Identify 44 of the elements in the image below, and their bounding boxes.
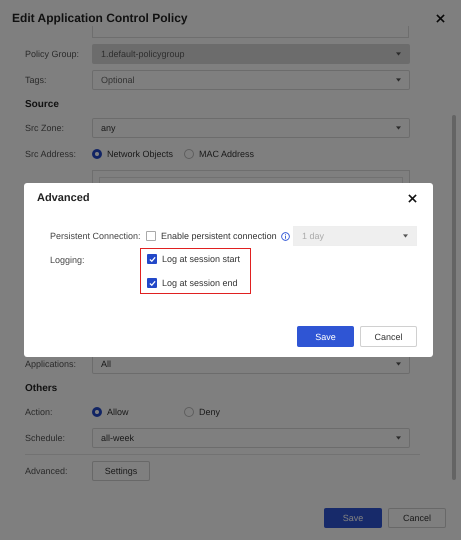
- save-button[interactable]: Save: [297, 326, 354, 347]
- radio-button[interactable]: [184, 149, 194, 159]
- caret-icon: [396, 78, 401, 82]
- field-label: Logging:: [50, 254, 86, 265]
- radio-label: Deny: [199, 407, 220, 417]
- radio-label: Allow: [107, 407, 129, 417]
- checkbox[interactable]: [147, 278, 157, 288]
- checkbox-label: Log at session start: [162, 254, 240, 264]
- radio-button[interactable]: [92, 149, 102, 159]
- close-icon[interactable]: [408, 194, 417, 202]
- field-label: Schedule:: [25, 433, 66, 443]
- select-field[interactable]: Optional: [92, 70, 410, 90]
- checkbox[interactable]: [146, 231, 156, 241]
- section-heading: Source: [25, 98, 60, 112]
- settings-button[interactable]: Settings: [92, 461, 150, 481]
- dialog-title: Edit Application Control Policy: [12, 11, 188, 25]
- select-field[interactable]: any: [92, 118, 410, 138]
- field-label: Src Zone:: [25, 123, 66, 133]
- checkbox[interactable]: [147, 254, 157, 264]
- field-label: Applications:: [25, 359, 78, 369]
- caret-icon: [396, 436, 401, 440]
- cancel-button[interactable]: Cancel: [388, 508, 446, 528]
- save-button[interactable]: Save: [324, 508, 382, 528]
- field-label: Action:: [25, 407, 54, 417]
- info-icon[interactable]: [280, 232, 290, 240]
- radio-button[interactable]: [184, 407, 194, 417]
- radio-label: MAC Address: [199, 149, 254, 159]
- caret-icon: [403, 234, 408, 238]
- caret-icon: [396, 52, 401, 56]
- radio-button[interactable]: [92, 407, 102, 417]
- select-field[interactable]: all-week: [92, 428, 410, 448]
- checkbox-label: Enable persistent connection: [161, 231, 277, 241]
- field-label: Advanced:: [25, 466, 69, 476]
- field-label: Tags:: [25, 75, 48, 85]
- field-label: Src Address:: [25, 149, 78, 159]
- caret-icon: [396, 362, 401, 366]
- cancel-button[interactable]: Cancel: [360, 326, 417, 347]
- section-heading: Others: [25, 382, 58, 396]
- modal-title: Advanced: [37, 192, 90, 204]
- field-label: Policy Group:: [25, 49, 80, 59]
- checkbox-label: Log at session end: [162, 278, 238, 288]
- radio-label: Network Objects: [107, 149, 174, 159]
- caret-icon: [396, 126, 401, 130]
- field-label: Persistent Connection:: [50, 231, 142, 241]
